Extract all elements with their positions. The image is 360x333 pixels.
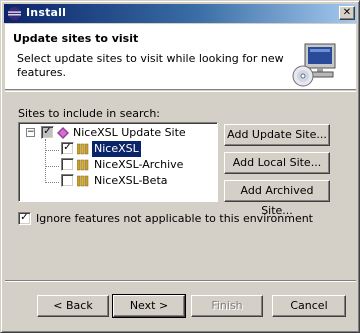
page-description: Select update sites to visit while looki… — [17, 52, 284, 79]
feature-category-icon — [77, 175, 89, 187]
add-archived-site-button[interactable]: Add Archived Site... — [224, 180, 330, 217]
tree-item-label: NiceXSL — [91, 140, 142, 158]
tree-item-nicexsl-beta[interactable]: NiceXSL-Beta — [19, 173, 215, 189]
tree-item-checkbox[interactable] — [61, 158, 74, 171]
page-title: Update sites to visit — [13, 32, 139, 45]
update-site-icon — [57, 127, 69, 139]
collapse-icon[interactable]: − — [26, 128, 35, 137]
add-update-site-button[interactable]: Add Update Site... — [224, 124, 330, 146]
header-separator — [5, 91, 356, 92]
tree-item-label: NiceXSL-Archive — [94, 158, 184, 171]
tree-item-label: NiceXSL-Beta — [94, 174, 168, 187]
sites-label: Sites to include in search: — [18, 107, 161, 120]
wizard-header: Update sites to visit Select update site… — [5, 24, 356, 90]
tree-item-checkbox[interactable] — [61, 174, 74, 187]
cancel-button[interactable]: Cancel — [272, 295, 346, 317]
close-button[interactable]: ✕ — [339, 6, 355, 20]
tree-item-checkbox[interactable]: ✓ — [61, 142, 74, 155]
tree-item-checkbox[interactable]: ✓ — [41, 126, 54, 139]
install-dialog: Install ✕ Update sites to visit Select u… — [0, 0, 360, 333]
finish-button[interactable]: Finish — [191, 295, 263, 317]
tree-item-nicexsl-archive[interactable]: NiceXSL-Archive — [19, 157, 215, 173]
back-button[interactable]: < Back — [37, 295, 109, 317]
close-icon: ✕ — [342, 7, 352, 18]
title-bar[interactable]: Install ✕ — [4, 4, 357, 23]
feature-category-icon — [77, 159, 89, 171]
tree-item-update-site[interactable]: − ✓ NiceXSL Update Site — [19, 125, 215, 141]
tree-item-nicexsl[interactable]: ✓ NiceXSL — [19, 140, 215, 158]
bottom-separator-highlight — [5, 281, 356, 282]
tree-item-label: NiceXSL Update Site — [73, 126, 186, 139]
next-button[interactable]: Next > — [112, 294, 186, 318]
add-local-site-button[interactable]: Add Local Site... — [224, 152, 330, 174]
eclipse-icon — [8, 7, 21, 20]
computer-cd-icon — [292, 43, 336, 87]
sites-tree[interactable]: − ✓ NiceXSL Update Site ✓ NiceXSL NiceXS… — [18, 122, 218, 202]
feature-category-icon — [77, 143, 89, 155]
ignore-features-checkbox[interactable]: ✓ — [18, 212, 31, 225]
window-title: Install — [26, 6, 67, 19]
ignore-features-label: Ignore features not applicable to this e… — [36, 212, 313, 225]
